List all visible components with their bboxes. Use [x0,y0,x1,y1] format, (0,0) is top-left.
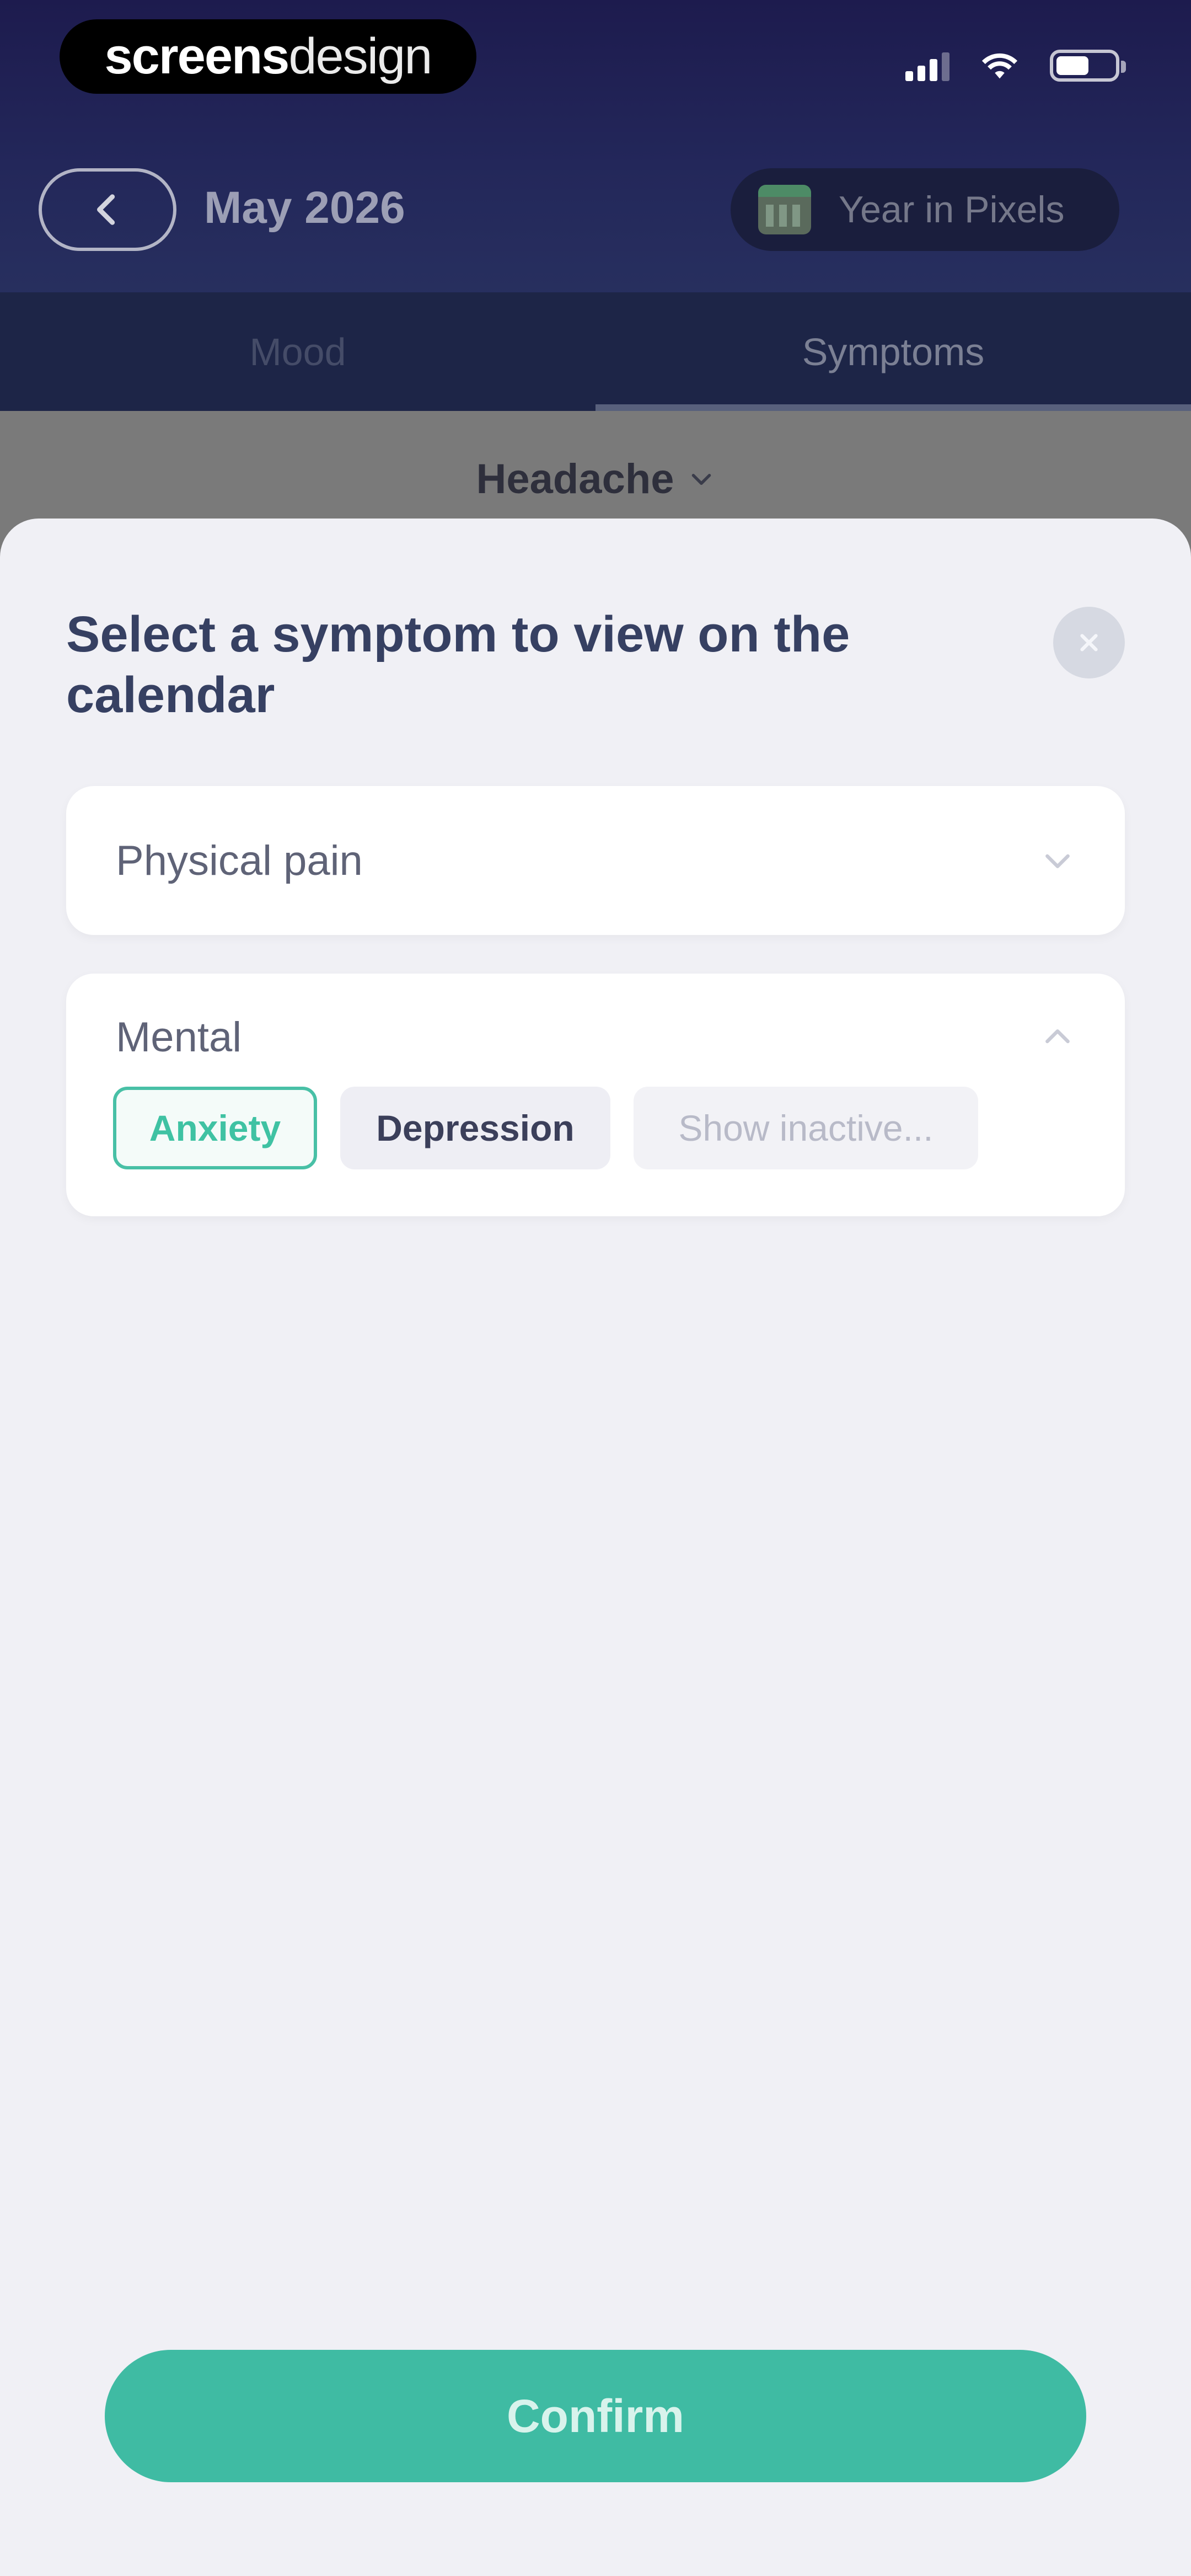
group-label: Physical pain [116,837,363,884]
status-bar: screens design [0,0,1191,138]
app-header: screens design May 2026 Year in Pixels M… [0,0,1191,411]
symptom-select-sheet: Select a symptom to view on the calendar… [0,519,1191,2576]
chevron-left-icon [97,194,115,225]
group-label: Mental [116,1013,242,1061]
tab-symptoms[interactable]: Symptoms [596,292,1191,411]
year-in-pixels-label: Year in Pixels [839,189,1065,231]
screen: screens design May 2026 Year in Pixels M… [0,0,1191,2576]
chevron-down-icon [691,474,711,485]
group-header[interactable]: Mental [116,974,1075,1100]
calendar-icon [758,185,811,234]
signal-icon [905,50,949,81]
chip-depression[interactable]: Depression [340,1087,610,1169]
sheet-title: Select a symptom to view on the calendar [66,606,850,724]
wifi-icon [981,53,1018,79]
brand-watermark: screens design [60,19,476,94]
symptom-chips: Anxiety Depression Show inactive... [113,1087,978,1169]
brand-light: design [288,28,432,84]
group-physical-pain[interactable]: Physical pain [66,786,1125,935]
confirm-button[interactable]: Confirm [105,2350,1086,2482]
group-mental: Mental Anxiety Depression Show inactive.… [66,974,1125,1216]
close-button[interactable] [1053,607,1125,678]
back-button[interactable] [39,168,176,251]
top-bar: May 2026 Year in Pixels [0,154,1191,265]
chip-anxiety[interactable]: Anxiety [113,1087,317,1169]
selected-symptom-label: Headache [476,456,674,503]
brand-bold: screens [104,28,290,84]
month-title: May 2026 [204,183,405,233]
year-in-pixels-button[interactable]: Year in Pixels [731,168,1119,251]
active-tab-indicator [596,404,1191,411]
chevron-up-icon [1045,1029,1070,1044]
system-icons [905,50,1126,82]
chevron-down-icon [1045,854,1070,868]
chip-show-inactive[interactable]: Show inactive... [634,1087,978,1169]
close-icon [1080,634,1098,651]
view-tabs: Mood Symptoms [0,292,1191,411]
group-header[interactable]: Physical pain [116,786,1075,935]
tab-mood[interactable]: Mood [0,292,596,411]
battery-icon [1050,50,1126,82]
